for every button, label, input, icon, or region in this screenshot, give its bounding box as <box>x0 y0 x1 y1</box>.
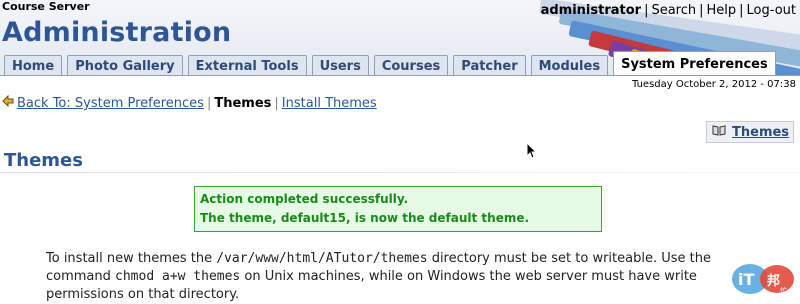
svg-text:忙: 忙 <box>780 286 787 295</box>
server-name: Course Server <box>2 0 90 13</box>
tab-patcher[interactable]: Patcher <box>453 55 526 76</box>
svg-text:iT: iT <box>738 270 754 289</box>
logout-link[interactable]: Log-out <box>747 3 796 18</box>
help-themes-label: Themes <box>732 124 790 140</box>
current-date: Tuesday October 2, 2012 - 07:38 <box>631 79 796 90</box>
tab-users[interactable]: Users <box>311 55 369 76</box>
svg-text:邦: 邦 <box>767 273 780 289</box>
feedback-line-1: Action completed successfully. <box>200 192 409 206</box>
back-arrow-icon <box>2 94 14 110</box>
app-title: Administration <box>2 17 232 48</box>
tab-system-preferences[interactable]: System Preferences <box>613 51 776 76</box>
ithome-watermark-logo: iT 邦 忙 <box>730 260 796 296</box>
feedback-line-2: The theme, default15, is now the default… <box>200 211 530 225</box>
success-feedback-box: Action completed successfully. The theme… <box>194 186 602 232</box>
tab-home[interactable]: Home <box>4 55 63 76</box>
tab-photo-gallery[interactable]: Photo Gallery <box>67 55 183 76</box>
tab-modules[interactable]: Modules <box>530 55 609 76</box>
page-title: Themes <box>4 150 83 171</box>
help-link[interactable]: Help <box>707 3 737 18</box>
search-link[interactable]: Search <box>651 3 696 18</box>
install-instructions: To install new themes the /var/www/html/… <box>46 251 711 302</box>
header-banner: Course Server Administration administrat… <box>0 0 800 76</box>
install-themes-link[interactable]: Install Themes <box>282 96 377 111</box>
tab-external-tools[interactable]: External Tools <box>187 55 307 76</box>
chmod-command: chmod a+w themes <box>115 269 241 284</box>
top-links: administrator | Search | Help | Log-out <box>540 3 796 18</box>
username: administrator <box>540 3 642 18</box>
book-icon <box>712 125 726 139</box>
breadcrumb: Back To: System Preferences | Themes | Insta… <box>2 94 377 111</box>
themes-path: /var/www/html/ATutor/themes <box>216 251 428 266</box>
title-divider <box>0 172 800 173</box>
help-themes-button[interactable]: Themes <box>706 121 794 143</box>
breadcrumb-current: Themes <box>214 96 272 111</box>
tab-divider <box>0 75 800 76</box>
back-to-system-preferences-link[interactable]: Back To: System Preferences <box>17 96 204 111</box>
tab-courses[interactable]: Courses <box>373 55 449 76</box>
main-tabs: Home Photo Gallery External Tools Users … <box>4 51 781 76</box>
